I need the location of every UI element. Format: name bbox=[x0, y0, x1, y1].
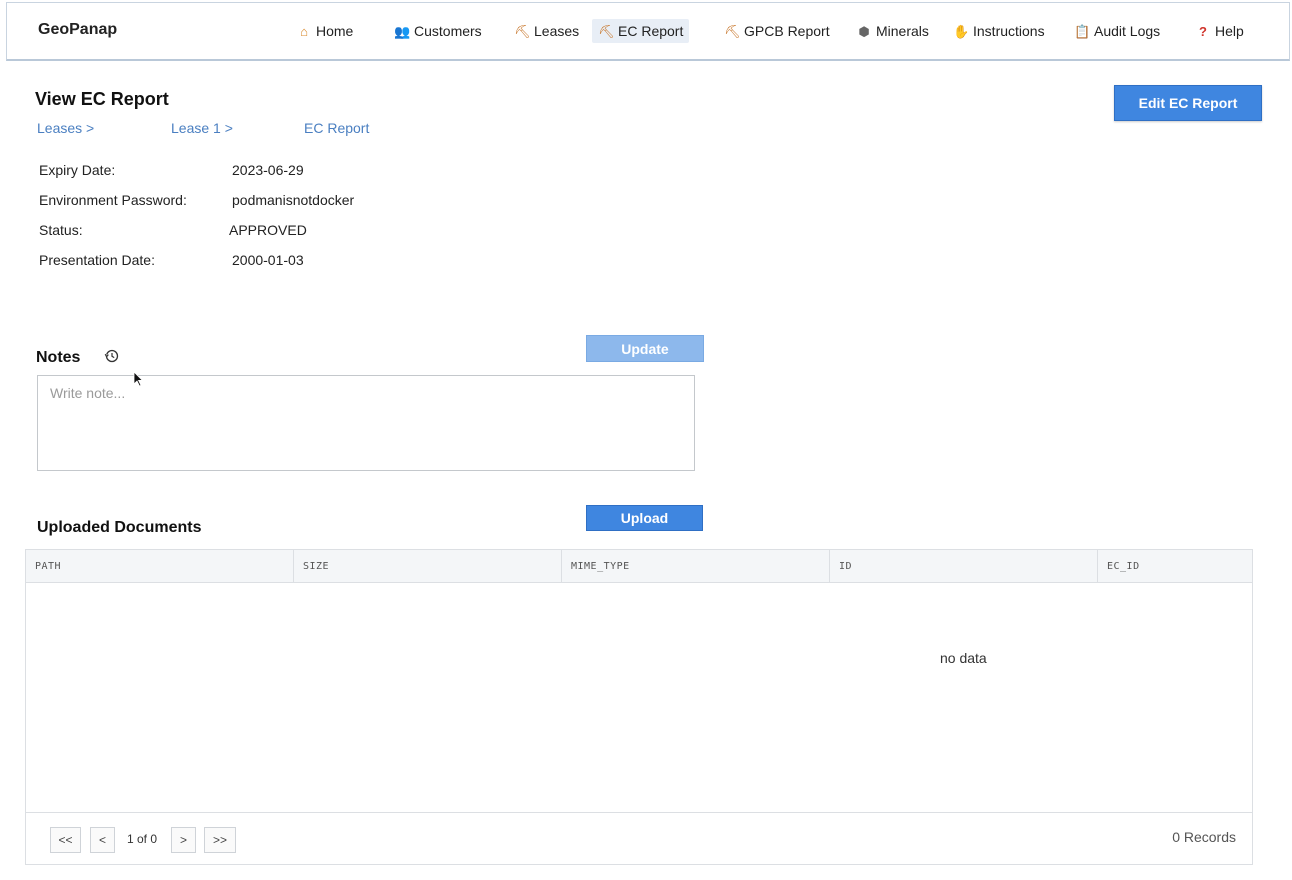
people-icon: 👥 bbox=[394, 23, 411, 39]
nav-audit-logs[interactable]: 📋 Audit Logs bbox=[1068, 19, 1166, 43]
presentation-date-value: 2000-01-03 bbox=[232, 252, 304, 268]
records-count: 0 Records bbox=[1172, 829, 1236, 845]
environment-password-value: podmanisnotdocker bbox=[232, 192, 355, 208]
status-label: Status: bbox=[39, 222, 83, 238]
crane-icon: ⛏ bbox=[598, 23, 615, 39]
upload-button[interactable]: Upload bbox=[586, 505, 703, 531]
first-page-button[interactable]: << bbox=[50, 827, 81, 853]
nav-customers[interactable]: 👥 Customers bbox=[388, 19, 488, 43]
top-navbar: GeoPanap ⌂ Home 👥 Customers ⛏ Leases ⛏ E… bbox=[6, 2, 1290, 61]
nav-help[interactable]: ? Help bbox=[1189, 19, 1250, 43]
documents-table: PATH SIZE MIME_TYPE ID EC_ID no data << … bbox=[25, 549, 1253, 865]
nav-label: Leases bbox=[534, 23, 580, 39]
empty-table-message: no data bbox=[940, 650, 987, 666]
status-value: APPROVED bbox=[229, 222, 307, 238]
update-notes-button[interactable]: Update bbox=[586, 335, 704, 362]
nav-label: Help bbox=[1215, 23, 1244, 39]
breadcrumb-lease-1[interactable]: Lease 1 > bbox=[171, 120, 233, 136]
nav-instructions[interactable]: ✋ Instructions bbox=[947, 19, 1051, 43]
column-header-path[interactable]: PATH bbox=[26, 550, 294, 582]
clipboard-icon: 📋 bbox=[1074, 23, 1091, 39]
home-icon: ⌂ bbox=[300, 23, 308, 39]
next-page-button[interactable]: > bbox=[171, 827, 196, 853]
column-header-size[interactable]: SIZE bbox=[294, 550, 562, 582]
notes-textarea[interactable] bbox=[37, 375, 695, 471]
nav-label: Audit Logs bbox=[1094, 23, 1161, 39]
nav-label: Customers bbox=[414, 23, 482, 39]
nav-leases[interactable]: ⛏ Leases bbox=[508, 19, 585, 43]
mouse-cursor-icon bbox=[133, 371, 143, 387]
column-header-ec-id[interactable]: EC_ID bbox=[1098, 550, 1252, 582]
question-icon: ? bbox=[1199, 23, 1207, 39]
nav-ec-report[interactable]: ⛏ EC Report bbox=[592, 19, 690, 43]
nav-label: GPCB Report bbox=[744, 23, 830, 39]
uploaded-documents-heading: Uploaded Documents bbox=[37, 519, 202, 536]
nav-home[interactable]: ⌂ Home bbox=[290, 19, 359, 43]
expiry-date-value: 2023-06-29 bbox=[232, 162, 304, 178]
rock-icon: ⬢ bbox=[858, 23, 870, 39]
nav-gpcb-report[interactable]: ⛏ GPCB Report bbox=[718, 19, 836, 43]
handshake-icon: ✋ bbox=[953, 23, 970, 39]
column-header-mime-type[interactable]: MIME_TYPE bbox=[562, 550, 830, 582]
environment-password-label: Environment Password: bbox=[39, 192, 187, 208]
breadcrumb-ec-report[interactable]: EC Report bbox=[304, 120, 369, 136]
expiry-date-label: Expiry Date: bbox=[39, 162, 116, 178]
edit-ec-report-button[interactable]: Edit EC Report bbox=[1114, 85, 1262, 121]
crane-icon: ⛏ bbox=[724, 23, 741, 39]
history-icon[interactable] bbox=[104, 348, 120, 364]
page-title: View EC Report bbox=[35, 89, 169, 109]
nav-label: Instructions bbox=[973, 23, 1045, 39]
brand-logo-text[interactable]: GeoPanap bbox=[38, 21, 117, 39]
nav-label: Home bbox=[316, 23, 354, 39]
nav-label: Minerals bbox=[876, 23, 929, 39]
nav-minerals[interactable]: ⬢ Minerals bbox=[850, 19, 935, 43]
column-header-id[interactable]: ID bbox=[830, 550, 1098, 582]
page-indicator: 1 of 0 bbox=[127, 832, 158, 846]
previous-page-button[interactable]: < bbox=[90, 827, 115, 853]
nav-label: EC Report bbox=[618, 23, 684, 39]
last-page-button[interactable]: >> bbox=[204, 827, 236, 853]
table-header: PATH SIZE MIME_TYPE ID EC_ID bbox=[26, 550, 1252, 583]
breadcrumb-leases[interactable]: Leases > bbox=[37, 120, 94, 136]
notes-heading: Notes bbox=[36, 349, 81, 366]
table-pagination: << < 1 of 0 > >> 0 Records bbox=[26, 812, 1252, 865]
crane-icon: ⛏ bbox=[514, 23, 531, 39]
presentation-date-label: Presentation Date: bbox=[39, 252, 155, 268]
